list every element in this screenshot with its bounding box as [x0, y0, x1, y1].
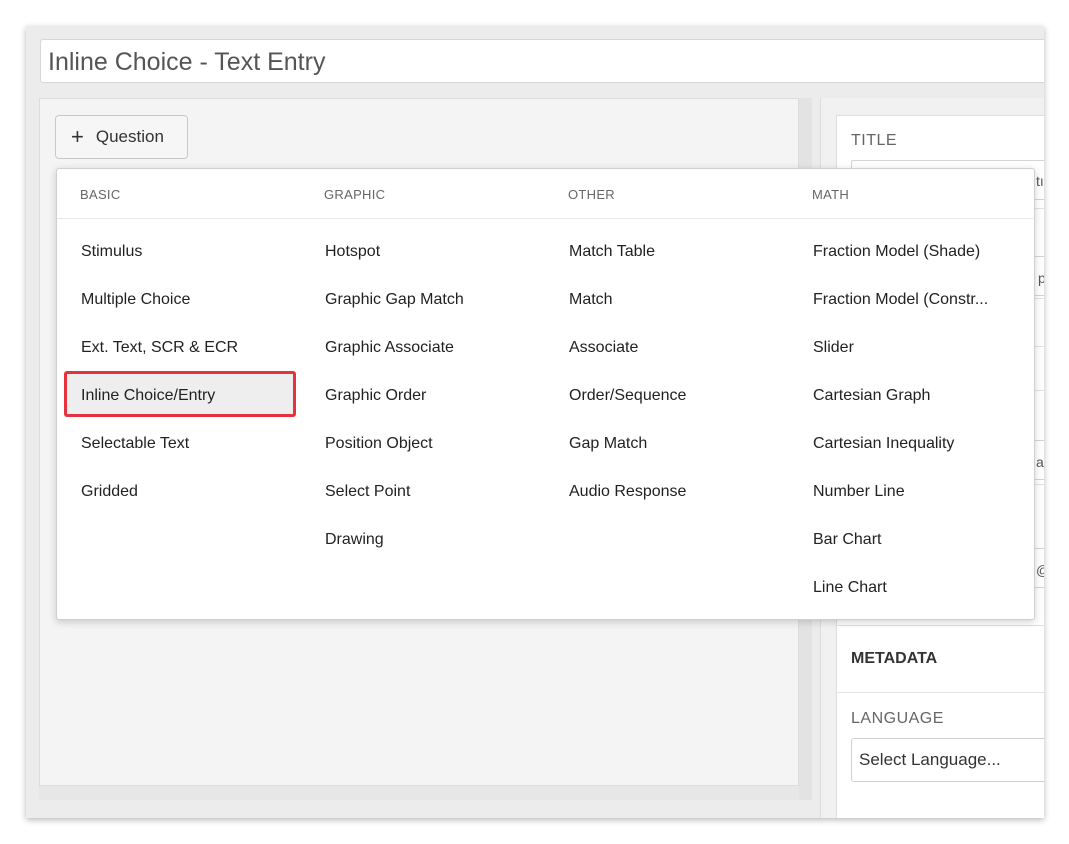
- menu-item-associate[interactable]: Associate: [569, 338, 638, 358]
- menu-item-slider[interactable]: Slider: [813, 338, 854, 358]
- metadata-divider: [836, 692, 1044, 693]
- column-heading-basic: BASIC: [80, 187, 121, 202]
- menu-item-selectable-text[interactable]: Selectable Text: [81, 434, 189, 454]
- menu-item-match[interactable]: Match: [569, 290, 613, 310]
- language-label: LANGUAGE: [851, 710, 944, 727]
- menu-item-cartesian-graph[interactable]: Cartesian Graph: [813, 386, 930, 406]
- menu-item-gap-match[interactable]: Gap Match: [569, 434, 647, 454]
- menu-item-audio-response[interactable]: Audio Response: [569, 482, 686, 502]
- dropdown-header-divider: [57, 218, 1033, 219]
- menu-item-multiple-choice[interactable]: Multiple Choice: [81, 290, 190, 310]
- menu-item-inline-choice-entry[interactable]: Inline Choice/Entry: [81, 386, 215, 406]
- peek-text-2: p: [1038, 270, 1044, 286]
- question-type-dropdown: BASIC GRAPHIC OTHER MATH Stimulus Multip…: [56, 168, 1035, 620]
- metadata-title: METADATA: [851, 650, 938, 667]
- menu-item-ext-text[interactable]: Ext. Text, SCR & ECR: [81, 338, 238, 358]
- menu-item-number-line[interactable]: Number Line: [813, 482, 905, 502]
- column-heading-math: MATH: [812, 187, 850, 202]
- menu-item-fraction-model-construct[interactable]: Fraction Model (Constr...: [813, 290, 988, 310]
- menu-item-drawing[interactable]: Drawing: [325, 530, 384, 550]
- menu-item-stimulus[interactable]: Stimulus: [81, 242, 142, 262]
- language-select[interactable]: Select Language...: [851, 738, 1044, 782]
- add-question-label: Question: [95, 127, 164, 146]
- menu-item-graphic-gap-match[interactable]: Graphic Gap Match: [325, 290, 464, 310]
- menu-item-hotspot[interactable]: Hotspot: [325, 242, 380, 262]
- menu-item-bar-chart[interactable]: Bar Chart: [813, 530, 881, 550]
- menu-item-cartesian-inequality[interactable]: Cartesian Inequality: [813, 434, 954, 454]
- title-field-label: TITLE: [851, 132, 898, 149]
- peek-text-4: @: [1036, 562, 1044, 578]
- item-title-input[interactable]: Inline Choice - Text Entry: [40, 39, 1044, 83]
- peek-text-1: tı: [1036, 173, 1044, 189]
- add-question-button[interactable]: + Question: [55, 115, 188, 159]
- peek-text-3: a: [1036, 454, 1044, 470]
- menu-item-select-point[interactable]: Select Point: [325, 482, 410, 502]
- menu-item-order-sequence[interactable]: Order/Sequence: [569, 386, 686, 406]
- plus-icon: +: [71, 124, 84, 149]
- menu-item-graphic-associate[interactable]: Graphic Associate: [325, 338, 454, 358]
- menu-item-position-object[interactable]: Position Object: [325, 434, 433, 454]
- menu-item-line-chart[interactable]: Line Chart: [813, 578, 887, 598]
- column-heading-other: OTHER: [568, 187, 615, 202]
- menu-item-graphic-order[interactable]: Graphic Order: [325, 386, 426, 406]
- menu-item-match-table[interactable]: Match Table: [569, 242, 655, 262]
- menu-item-fraction-model-shade[interactable]: Fraction Model (Shade): [813, 242, 980, 262]
- menu-item-gridded[interactable]: Gridded: [81, 482, 138, 502]
- column-heading-graphic: GRAPHIC: [324, 187, 386, 202]
- canvas-bottom-bar: [39, 786, 799, 800]
